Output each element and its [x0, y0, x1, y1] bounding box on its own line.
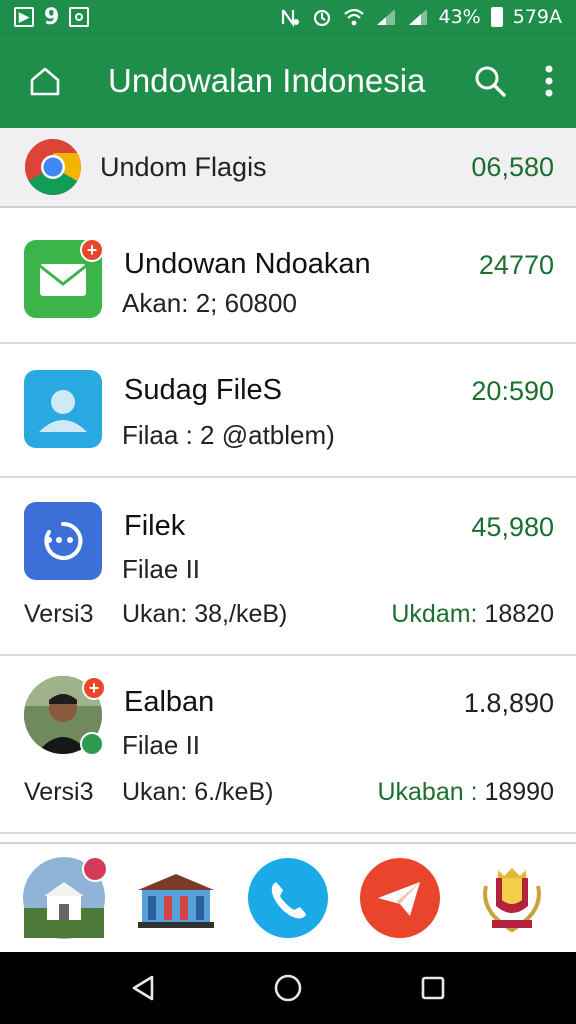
- item-title: Ealban: [124, 686, 215, 718]
- item-title: Filek: [124, 510, 186, 542]
- app-dock: [0, 842, 576, 952]
- item-count-value: 18990: [484, 778, 554, 806]
- person-icon: [39, 390, 87, 432]
- recents-icon: [422, 976, 445, 1000]
- notification-count: 9: [44, 4, 60, 30]
- clock: 579A: [512, 6, 562, 28]
- item-count-value: 18820: [484, 600, 554, 628]
- contact-app-icon: [24, 370, 102, 448]
- item-subtitle: Filae II: [122, 554, 201, 584]
- notification-icon: ▶: [14, 7, 34, 27]
- list-item[interactable]: Filek Filae II 45,980 Versi3 Ukan: 38,/k…: [0, 478, 576, 656]
- museum-app[interactable]: [134, 856, 218, 940]
- item-size: Ukan: 38,/keB): [122, 600, 288, 628]
- phone-app[interactable]: [246, 856, 330, 940]
- system-nav-bar: [0, 952, 576, 1024]
- home-button[interactable]: [0, 34, 90, 128]
- files-app-icon: [24, 502, 102, 580]
- item-count: Ukdam: 18820: [391, 600, 554, 629]
- top-row[interactable]: Undom Flagis 06,580: [0, 128, 576, 208]
- status-right: 43% 579A: [279, 6, 562, 28]
- search-button[interactable]: [458, 34, 522, 128]
- wifi-icon: [343, 8, 364, 26]
- sync-face-icon: [44, 521, 83, 560]
- back-button[interactable]: [113, 958, 173, 1018]
- home-nav-button[interactable]: [258, 958, 318, 1018]
- item-version: Versi3: [24, 778, 94, 806]
- battery-icon: [490, 7, 503, 27]
- app-title: Undowalan Indonesia: [108, 62, 426, 99]
- item-count: Ukaban : 18990: [377, 778, 554, 807]
- list-item[interactable]: Sudag FileS Filaa : 2 @atblem) 20:590: [0, 344, 576, 478]
- recents-button[interactable]: [403, 958, 463, 1018]
- badge-status-icon: [80, 732, 104, 756]
- phone-icon: [248, 858, 328, 938]
- app-bar: Undowalan Indonesia: [0, 34, 576, 128]
- alarm-icon: [313, 9, 330, 27]
- search-icon: [475, 66, 506, 97]
- item-size: Ukan: 6./keB): [122, 778, 274, 806]
- item-version: Versi3: [24, 600, 94, 628]
- item-value: 1.8,890: [463, 688, 554, 718]
- badge-media-icon: [82, 856, 108, 882]
- item-title: Sudag FileS: [124, 374, 282, 406]
- nfc-icon: [281, 9, 299, 27]
- list-item[interactable]: + Ealban Filae II 1.8,890 Versi3 Ukan: 6…: [0, 656, 576, 834]
- item-title: Undowan Ndoakan: [124, 248, 371, 280]
- status-bar: ▶ 9 43% 579A: [0, 0, 576, 34]
- more-vert-icon: [545, 65, 553, 97]
- screenshot-icon: [69, 7, 90, 27]
- badge-add-icon: +: [80, 238, 104, 262]
- item-subtitle: Filae II: [122, 730, 201, 760]
- badge-add-icon: +: [82, 676, 106, 700]
- item-count-label: Ukaban :: [377, 778, 478, 806]
- building-photo-app[interactable]: [22, 856, 108, 940]
- crest-app[interactable]: [470, 856, 554, 940]
- item-value: 20:590: [471, 376, 554, 406]
- file-list: + Undowan Ndoakan Akan: 2; 60800 24770 S…: [0, 210, 576, 834]
- home-icon: [30, 67, 60, 96]
- top-row-value: 06,580: [471, 151, 554, 182]
- list-item[interactable]: + Undowan Ndoakan Akan: 2; 60800 24770: [0, 210, 576, 344]
- item-subtitle: Akan: 2; 60800: [122, 288, 297, 318]
- signal-2-icon: [408, 9, 427, 25]
- telegram-app[interactable]: [358, 856, 442, 940]
- signal-1-icon: [376, 9, 395, 25]
- item-value: 24770: [478, 250, 554, 280]
- status-left: ▶ 9: [14, 4, 90, 30]
- item-count-label: Ukdam:: [391, 600, 478, 628]
- home-circle-icon: [274, 974, 302, 1002]
- museum-icon: [138, 874, 214, 928]
- crest-icon: [483, 868, 541, 933]
- item-subtitle: Filaa : 2 @atblem): [122, 420, 335, 450]
- chrome-icon: [25, 139, 81, 195]
- battery-percent: 43%: [438, 6, 481, 28]
- back-icon: [132, 975, 153, 1001]
- more-options-button[interactable]: [522, 34, 576, 128]
- send-icon: [360, 858, 440, 938]
- item-value: 45,980: [471, 512, 554, 542]
- top-row-name: Undom Flagis: [100, 151, 267, 182]
